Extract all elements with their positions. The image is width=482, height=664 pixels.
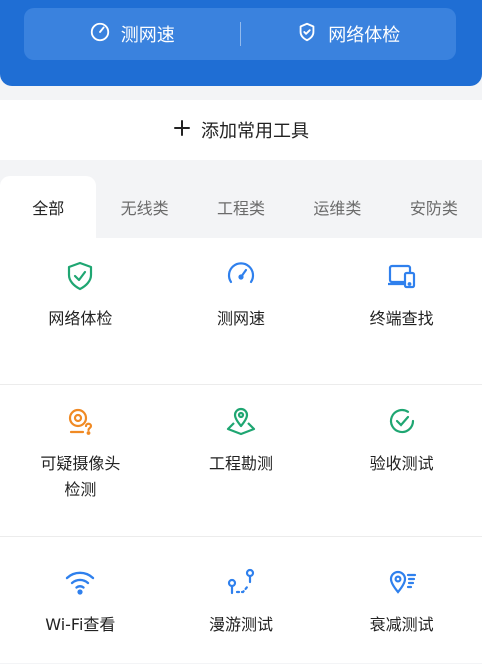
tools-grid: 网络体检 测网速 终端查找 可疑摄像头 检测 工程勘测 验收测试 Wi-Fi查看… [0, 238, 482, 663]
tab-wireless[interactable]: 无线类 [96, 176, 192, 238]
tool-acceptance-test[interactable]: 验收测试 [321, 403, 482, 528]
tools-row: 网络体检 测网速 终端查找 [0, 258, 482, 366]
tool-label: 可疑摄像头 检测 [40, 454, 121, 499]
tab-security[interactable]: 安防类 [386, 176, 482, 238]
speed-gauge-icon [89, 21, 111, 48]
tool-device-search[interactable]: 终端查找 [321, 258, 482, 366]
category-tabs: 全部 无线类 工程类 运维类 安防类 [0, 176, 482, 238]
tool-label: 衰减测试 [369, 615, 434, 634]
tool-wifi-view[interactable]: Wi-Fi查看 [0, 564, 161, 664]
tool-attenuation-test[interactable]: 衰减测试 [321, 564, 482, 664]
speed-test-button[interactable]: 测网速 [24, 8, 240, 60]
add-common-tools-label: 添加常用工具 [201, 121, 309, 142]
speed-test-label: 测网速 [120, 25, 175, 46]
network-checkup-button[interactable]: 网络体检 [241, 8, 457, 60]
tool-network-checkup[interactable]: 网络体检 [0, 258, 161, 366]
device-search-icon [384, 258, 420, 294]
plus-icon [173, 119, 191, 142]
camera-question-icon [62, 403, 98, 439]
tool-label: 验收测试 [369, 454, 434, 473]
tool-label: 网络体检 [48, 309, 113, 328]
tab-engineering[interactable]: 工程类 [193, 176, 289, 238]
tool-suspicious-camera[interactable]: 可疑摄像头 检测 [0, 403, 161, 528]
tool-site-survey[interactable]: 工程勘测 [161, 403, 322, 528]
tool-label: Wi-Fi查看 [45, 615, 116, 634]
row-divider [0, 384, 482, 385]
row-divider [0, 536, 482, 537]
quick-actions-bar: 测网速 网络体检 [24, 8, 456, 60]
signal-attenuation-icon [384, 564, 420, 600]
tab-operations[interactable]: 运维类 [289, 176, 385, 238]
header-banner: 测网速 网络体检 [0, 0, 482, 86]
tool-speed-test[interactable]: 测网速 [161, 258, 322, 366]
shield-check-icon [296, 21, 318, 48]
tool-label: 工程勘测 [208, 454, 273, 473]
tab-all[interactable]: 全部 [0, 176, 97, 238]
tools-row: Wi-Fi查看 漫游测试 衰减测试 [0, 564, 482, 664]
map-pin-icon [223, 403, 259, 439]
network-checkup-label: 网络体检 [328, 25, 401, 46]
tool-label: 测网速 [216, 309, 265, 328]
roaming-path-icon [223, 564, 259, 600]
tool-label: 终端查找 [369, 309, 434, 328]
shield-check-icon [62, 258, 98, 294]
check-circle-icon [384, 403, 420, 439]
wifi-icon [62, 564, 98, 600]
add-common-tools-button[interactable]: 添加常用工具 [0, 100, 482, 160]
tool-roaming-test[interactable]: 漫游测试 [161, 564, 322, 664]
speed-gauge-icon [223, 258, 259, 294]
tool-label: 漫游测试 [208, 615, 273, 634]
tools-row: 可疑摄像头 检测 工程勘测 验收测试 [0, 403, 482, 528]
